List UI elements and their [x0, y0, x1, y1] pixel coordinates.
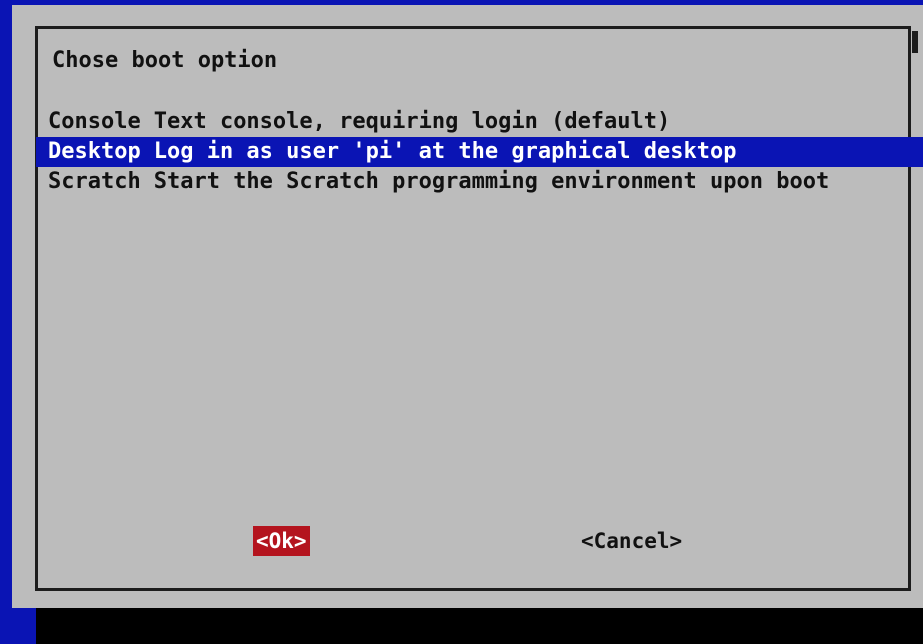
boot-option-menu: Console Text console, requiring login (de… [36, 107, 923, 197]
ok-button[interactable]: <Ok> [253, 526, 310, 556]
menu-item-key: Scratch [48, 169, 141, 194]
menu-item-key: Console [48, 109, 141, 134]
dialog-title: Chose boot option [52, 48, 278, 73]
cancel-button[interactable]: <Cancel> [581, 526, 682, 556]
menu-item-description: Log in as user 'pi' at the graphical des… [153, 139, 737, 164]
menu-item-description: Start the Scratch programming environmen… [153, 169, 830, 194]
menu-item-console[interactable]: Console Text console, requiring login (de… [36, 107, 923, 137]
menu-item-desktop[interactable]: Desktop Log in as user 'pi' at the graphi… [36, 137, 923, 167]
menu-item-key: Desktop [48, 139, 141, 164]
boot-option-dialog: Chose boot option Console Text console, r… [12, 5, 923, 608]
frame-border-top [35, 26, 911, 29]
scroll-indicator [912, 31, 918, 53]
frame-border-bottom [35, 588, 911, 591]
menu-item-scratch[interactable]: Scratch Start the Scratch programming env… [36, 167, 923, 197]
menu-item-description: Text console, requiring login (default) [153, 109, 671, 134]
